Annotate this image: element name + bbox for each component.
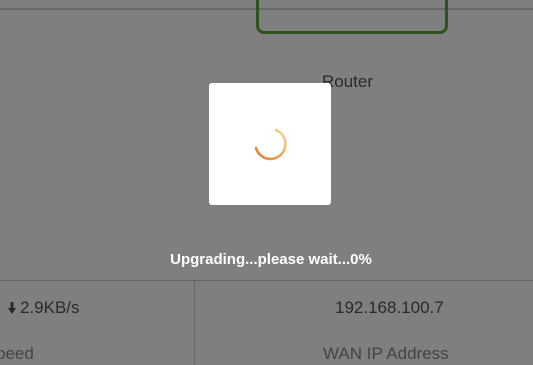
loading-spinner-icon — [254, 128, 287, 161]
modal-overlay: Upgrading...please wait...0% — [0, 0, 533, 365]
upgrade-status-text: Upgrading...please wait...0% — [170, 251, 372, 268]
loading-dialog — [209, 83, 331, 205]
